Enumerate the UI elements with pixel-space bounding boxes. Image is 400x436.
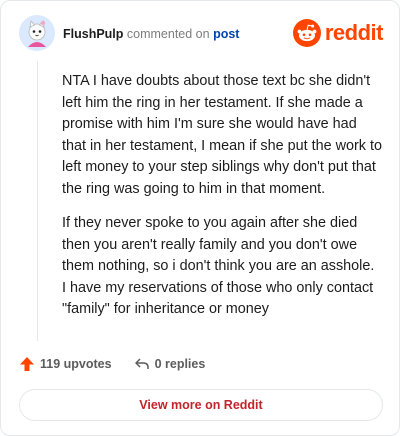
comment-header: FlushPulp commented on post reddit <box>19 15 384 55</box>
upvote-button[interactable]: 119 upvotes <box>19 356 112 372</box>
comment-body: NTA I have doubts about those text bc sh… <box>62 71 382 334</box>
reply-arrow-icon <box>134 358 149 369</box>
upvote-arrow-icon <box>20 357 34 371</box>
reply-count: 0 replies <box>154 357 206 371</box>
comment-embed-card: FlushPulp commented on post reddit NTA I… <box>0 0 400 436</box>
comment-actions: 119 upvotes 0 replies <box>19 353 205 375</box>
comment-paragraph-2: If they never spoke to you again after s… <box>62 215 375 317</box>
byline-verb: commented on <box>126 27 210 41</box>
comment-paragraph-1: NTA I have doubts about those text bc sh… <box>62 73 382 197</box>
thread-line <box>37 61 38 341</box>
username-link[interactable]: FlushPulp <box>63 27 123 41</box>
post-link[interactable]: post <box>213 27 239 41</box>
reddit-wordmark: reddit <box>324 20 384 45</box>
reply-button[interactable]: 0 replies <box>134 356 206 372</box>
user-avatar[interactable] <box>19 15 55 51</box>
upvote-count: 119 upvotes <box>40 357 112 371</box>
cat-avatar-icon <box>19 15 55 51</box>
reddit-snoo-icon <box>292 19 321 47</box>
comment-byline: FlushPulp commented on post <box>63 27 239 41</box>
reddit-logo[interactable]: reddit <box>292 19 384 47</box>
view-more-button[interactable]: View more on Reddit <box>19 389 383 421</box>
